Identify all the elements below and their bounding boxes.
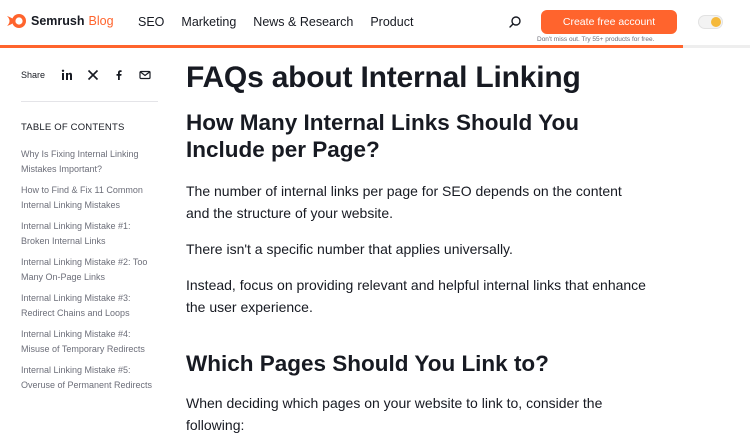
site-header: Semrush Blog SEO Marketing News & Resear…	[0, 0, 750, 46]
share-bar: Share	[21, 66, 158, 84]
section-heading: Which Pages Should You Link to?	[186, 351, 549, 376]
toc-item[interactable]: Internal Linking Mistake #2: Too Many On…	[21, 255, 153, 285]
facebook-icon[interactable]	[106, 66, 132, 84]
paragraph: Instead, focus on providing relevant and…	[186, 277, 646, 315]
toc-item[interactable]: Internal Linking Mistake #1: Broken Inte…	[21, 219, 153, 249]
brand-suffix: Blog	[88, 14, 114, 28]
main-nav: SEO Marketing News & Research Product	[138, 15, 430, 29]
nav-item-product[interactable]: Product	[370, 15, 413, 29]
linkedin-icon[interactable]	[54, 66, 80, 84]
cta-subtext: Don't miss out. Try 55+ products for fre…	[537, 36, 655, 43]
toc-item[interactable]: Internal Linking Mistake #4: Misuse of T…	[21, 327, 153, 357]
sidebar-divider	[21, 101, 158, 102]
semrush-flame-icon	[7, 14, 26, 28]
section-heading: How Many Internal Links Should You Inclu…	[186, 110, 579, 162]
search-icon[interactable]	[508, 15, 522, 29]
toc-item[interactable]: Internal Linking Mistake #5: Overuse of …	[21, 363, 153, 393]
table-of-contents: Why Is Fixing Internal Linking Mistakes …	[21, 147, 153, 399]
reading-progress-bar	[0, 45, 683, 48]
theme-toggle[interactable]	[698, 15, 723, 29]
toc-item[interactable]: How to Find & Fix 11 Common Internal Lin…	[21, 183, 153, 213]
toggle-knob	[711, 17, 721, 27]
semrush-logo[interactable]: Semrush Blog	[6, 12, 114, 30]
nav-item-marketing[interactable]: Marketing	[181, 15, 236, 29]
page-title: FAQs about Internal Linking	[186, 61, 581, 94]
share-label: Share	[21, 70, 46, 80]
email-icon[interactable]	[132, 66, 158, 84]
create-account-button[interactable]: Create free account	[541, 10, 677, 34]
reading-progress-track	[682, 45, 750, 48]
article-body: FAQs about Internal Linking How Many Int…	[186, 58, 646, 436]
nav-item-news-research[interactable]: News & Research	[253, 15, 353, 29]
paragraph: There isn't a specific number that appli…	[186, 241, 513, 257]
toc-title: TABLE OF CONTENTS	[21, 122, 125, 133]
toc-item[interactable]: Internal Linking Mistake #3: Redirect Ch…	[21, 291, 153, 321]
paragraph: When deciding which pages on your websit…	[186, 395, 603, 433]
brand-name: Semrush	[31, 14, 85, 28]
nav-item-seo[interactable]: SEO	[138, 15, 164, 29]
x-icon[interactable]	[80, 66, 106, 84]
toc-item[interactable]: Why Is Fixing Internal Linking Mistakes …	[21, 147, 153, 177]
paragraph: The number of internal links per page fo…	[186, 183, 622, 221]
